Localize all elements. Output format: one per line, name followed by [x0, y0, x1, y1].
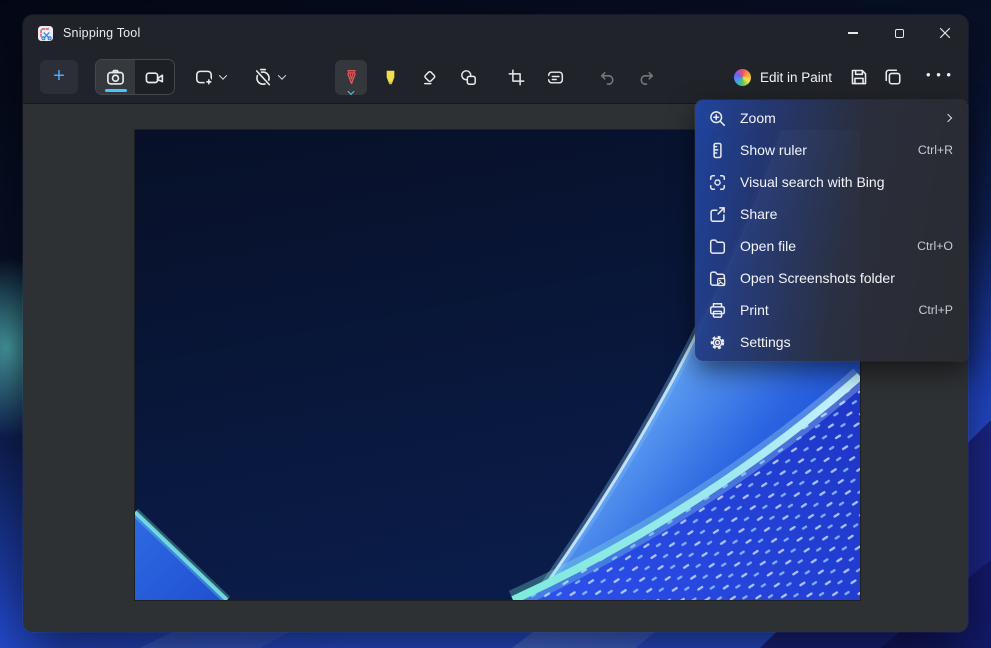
window-controls [830, 15, 968, 51]
menu-item-open-screenshots-folder[interactable]: Open Screenshots folder [695, 262, 968, 294]
menu-item-label: Settings [740, 334, 791, 350]
menu-item-print[interactable]: Print Ctrl+P [695, 294, 968, 326]
annotation-tools [335, 59, 484, 95]
redo-button[interactable] [630, 60, 662, 95]
delay-timer-off-icon [254, 68, 271, 86]
maximize-icon [894, 28, 904, 38]
menu-item-shortcut: Ctrl+O [917, 239, 953, 253]
close-icon [939, 27, 951, 39]
shapes-icon [460, 69, 476, 85]
see-more-button[interactable]: • • • [922, 60, 956, 94]
selected-mode-indicator [104, 89, 127, 92]
zoom-in-icon [710, 110, 726, 126]
capture-mode-toggle [95, 59, 175, 95]
menu-item-shortcut: Ctrl+P [918, 303, 953, 317]
camera-icon [107, 69, 124, 85]
more-ellipsis-icon: • • • [926, 66, 952, 82]
minimize-button[interactable] [830, 15, 876, 51]
edit-in-paint-button[interactable]: Edit in Paint [724, 61, 842, 93]
settings-gear-icon [710, 335, 725, 349]
crop-icon [508, 69, 524, 85]
toolbar: + Edit in Paint • • • [23, 51, 968, 104]
eraser-icon [423, 70, 435, 84]
menu-item-shortcut: Ctrl+R [917, 143, 953, 157]
menu-item-label: Show ruler [740, 142, 807, 158]
menu-item-zoom[interactable]: Zoom [695, 102, 968, 134]
menu-item-settings[interactable]: Settings [695, 326, 968, 358]
close-button[interactable] [922, 15, 968, 51]
rectangle-mode-icon [195, 70, 213, 86]
menu-item-visual-search[interactable]: Visual search with Bing [695, 166, 968, 198]
paint-app-icon [733, 68, 751, 86]
menu-item-show-ruler[interactable]: Show ruler Ctrl+R [695, 134, 968, 166]
ruler-icon [713, 142, 722, 158]
copy-icon [885, 69, 901, 85]
titlebar: Snipping Tool [23, 15, 968, 51]
snip-shape-dropdown[interactable] [186, 61, 234, 93]
new-snip-plus-icon: + [53, 65, 65, 87]
history-tools [591, 60, 662, 95]
pen-tool-button[interactable] [335, 59, 367, 95]
copy-button[interactable] [876, 60, 910, 94]
save-button[interactable] [842, 60, 876, 94]
highlighter-icon [386, 70, 394, 84]
open-file-folder-icon [709, 238, 726, 254]
shapes-tool-button[interactable] [452, 60, 484, 95]
redo-icon [640, 71, 653, 85]
edit-in-paint-label: Edit in Paint [759, 69, 832, 85]
edit-tools [500, 60, 571, 95]
menu-item-label: Open Screenshots folder [740, 270, 895, 286]
see-more-menu: Zoom Show ruler Ctrl+R Visual search wit… [695, 100, 968, 361]
menu-item-label: Zoom [740, 110, 776, 126]
crop-tool-button[interactable] [500, 60, 532, 95]
menu-item-label: Open file [740, 238, 797, 254]
undo-icon [600, 71, 613, 85]
highlighter-tool-button[interactable] [374, 60, 406, 95]
menu-item-label: Visual search with Bing [740, 174, 885, 190]
minimize-icon [848, 32, 858, 34]
visual-search-icon [709, 174, 726, 190]
submenu-chevron-icon [943, 113, 953, 123]
menu-item-open-file[interactable]: Open file Ctrl+O [695, 230, 968, 262]
record-mode-button[interactable] [135, 60, 174, 94]
snipping-tool-app-icon [37, 25, 54, 42]
chevron-down-icon [277, 71, 286, 80]
screenshot-mode-button[interactable] [96, 60, 135, 94]
printer-icon [709, 302, 726, 318]
chevron-down-icon [218, 71, 227, 80]
maximize-button[interactable] [876, 15, 922, 51]
menu-item-label: Share [740, 206, 778, 222]
text-actions-icon [547, 70, 563, 84]
window-title: Snipping Tool [63, 26, 141, 40]
pen-options-chevron-icon [347, 87, 355, 95]
menu-item-share[interactable]: Share [695, 198, 968, 230]
screenshots-folder-icon [709, 270, 726, 286]
video-camera-icon [145, 71, 164, 83]
save-icon [851, 69, 867, 85]
text-actions-button[interactable] [539, 60, 571, 95]
menu-item-label: Print [740, 302, 769, 318]
undo-button[interactable] [591, 60, 623, 95]
pen-icon [346, 69, 356, 84]
eraser-tool-button[interactable] [413, 60, 445, 95]
delay-dropdown[interactable] [245, 61, 293, 93]
share-icon [710, 206, 725, 222]
new-snip-button[interactable]: + [40, 60, 78, 94]
